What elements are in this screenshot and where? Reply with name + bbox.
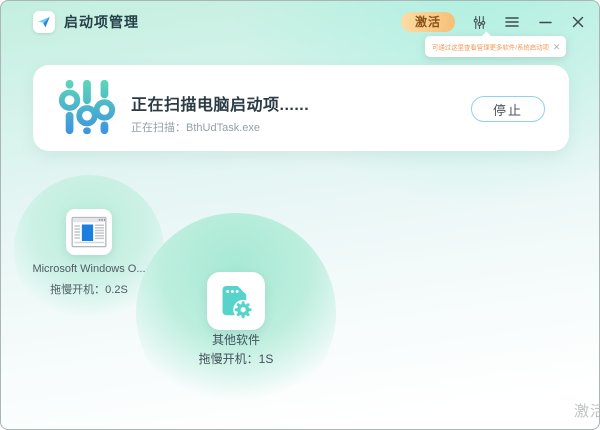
tooltip-text: 可通过这里查看管理更多软件/系统启动项 [432,44,549,52]
stop-button[interactable]: 停止 [471,96,545,122]
scan-status: 正在扫描：BthUdTask.exe [131,122,260,134]
tooltip-close-icon[interactable]: ✕ [553,42,561,51]
activate-button[interactable]: 激活 [400,12,455,32]
menu-icon[interactable] [503,13,521,31]
tune-sliders-icon[interactable] [470,13,488,31]
software-gear-icon [207,272,265,330]
app-title: 启动项管理 [64,14,139,30]
app-window: 启动项管理 激活 可通过这里查看管理更多软件/系统启动项 ✕ 正在扫描电脑启动项… [0,0,600,430]
startup-item-impact: 拖慢开机：1S [198,352,274,366]
startup-item-name: 其他软件 [211,333,260,347]
windows-app-icon [66,209,112,255]
minimize-icon[interactable] [536,13,554,31]
close-icon[interactable] [569,13,587,31]
scan-card: 正在扫描电脑启动项...... 正在扫描：BthUdTask.exe 停止 [33,65,569,151]
rocket-logo-icon [33,11,55,33]
settings-tooltip: 可通过这里查看管理更多软件/系统启动项 ✕ [425,31,566,57]
activation-watermark: 激活 [573,403,599,420]
equalizer-icon [56,76,118,138]
scan-title: 正在扫描电脑启动项...... [131,97,310,114]
